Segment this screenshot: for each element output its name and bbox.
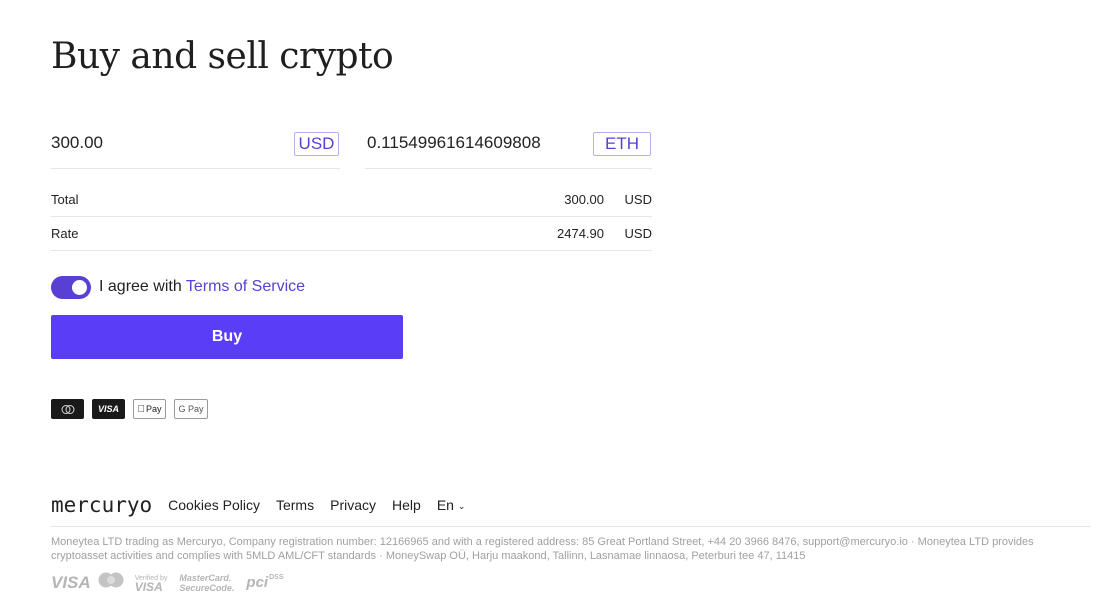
rate-currency: USD: [624, 226, 652, 241]
rate-value: 2474.90: [557, 226, 604, 241]
terms-link[interactable]: Terms: [276, 497, 314, 513]
total-currency: USD: [624, 192, 652, 207]
terms-agreement: I agree with Terms of Service: [99, 278, 305, 296]
visa-badge-icon: VISA: [51, 572, 91, 592]
language-selector[interactable]: En ⌄: [437, 497, 466, 513]
rate-row: Rate 2474.90 USD: [51, 216, 652, 251]
language-value: En: [436, 497, 454, 513]
to-amount-field[interactable]: 0.11549961614609808 ETH: [365, 128, 652, 169]
from-amount-field[interactable]: 300.00 USD: [51, 128, 340, 169]
securecode-text: SecureCode.: [179, 582, 235, 593]
toggle-knob: [72, 280, 87, 295]
apple-pay-icon: Pay: [133, 399, 166, 419]
apple-pay-label: Pay: [142, 404, 162, 414]
legal-text: Moneytea LTD trading as Mercuryo, Compan…: [51, 536, 1034, 562]
footer-divider: [51, 526, 1091, 527]
terms-toggle[interactable]: [51, 276, 91, 299]
total-value: 300.00: [564, 192, 604, 207]
pci-text: pci: [246, 574, 269, 591]
agree-text: I agree with: [99, 278, 182, 295]
from-currency-select[interactable]: USD: [294, 132, 339, 156]
total-label: Total: [51, 192, 79, 207]
dss-text: DSS: [269, 574, 284, 581]
terms-of-service-link[interactable]: Terms of Service: [186, 278, 305, 295]
verified-by-visa-icon: Verified by VISA: [134, 574, 168, 594]
security-badges: VISA Verified by VISA MasterCard. Secure…: [51, 572, 284, 593]
mastercard-badge-icon: [97, 572, 125, 593]
page-title: Buy and sell crypto: [51, 36, 394, 77]
footer-nav: mercuryo Cookies Policy Terms Privacy He…: [51, 495, 466, 516]
from-amount-input[interactable]: 300.00: [51, 133, 103, 153]
mastercard-securecode-icon: MasterCard. SecureCode.: [179, 573, 234, 593]
to-currency-select[interactable]: ETH: [593, 132, 651, 156]
mastercard-icon: [51, 399, 84, 419]
help-link[interactable]: Help: [392, 497, 421, 513]
mercuryo-logo[interactable]: mercuryo: [51, 495, 152, 516]
verified-visa-text: VISA: [134, 579, 163, 594]
pci-dss-icon: pci DSS: [246, 574, 283, 591]
rate-label: Rate: [51, 226, 79, 241]
buy-button[interactable]: Buy: [51, 315, 403, 359]
mastercard-text: MasterCard.: [179, 572, 232, 583]
chevron-down-icon: ⌄: [457, 501, 466, 511]
privacy-link[interactable]: Privacy: [330, 497, 376, 513]
to-amount-input[interactable]: 0.11549961614609808: [367, 133, 541, 153]
google-pay-icon: G Pay: [174, 399, 208, 419]
cookies-policy-link[interactable]: Cookies Policy: [168, 497, 260, 513]
total-row: Total 300.00 USD: [51, 182, 652, 217]
visa-icon: VISA: [92, 399, 125, 419]
